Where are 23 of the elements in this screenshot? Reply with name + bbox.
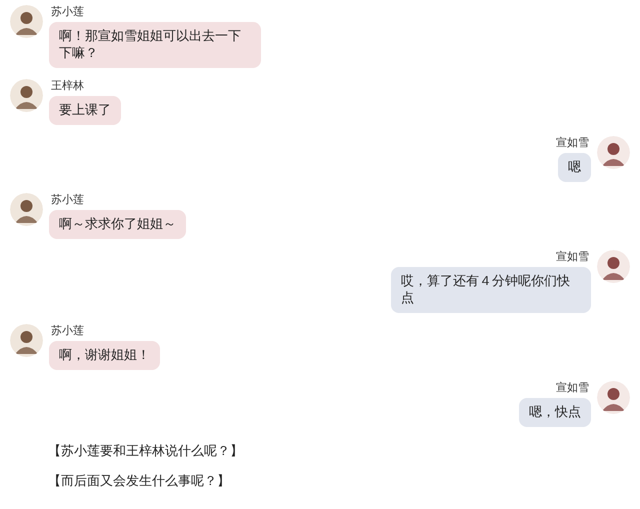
avatar-icon	[597, 381, 630, 414]
narration-text: 【苏小莲要和王梓林说什么呢？】	[48, 444, 244, 460]
avatar-icon	[10, 193, 43, 226]
sender-name: 宣如雪	[556, 250, 589, 264]
sender-name: 苏小莲	[51, 193, 84, 207]
avatar-icon	[597, 136, 630, 169]
message-bubble: 哎，算了还有４分钟呢你们快点	[391, 267, 591, 313]
message-bubble: 要上课了	[49, 96, 121, 125]
message-bubble: 啊～求求你了姐姐～	[49, 210, 186, 239]
sender-name: 宣如雪	[556, 381, 589, 395]
sender-name: 苏小莲	[51, 324, 84, 338]
message-bubble: 啊！那宣如雪姐姐可以出去一下下嘛？	[49, 22, 261, 68]
sender-name: 王梓林	[51, 79, 84, 93]
avatar-icon	[597, 250, 630, 283]
sender-name: 苏小莲	[51, 5, 84, 19]
message-bubble: 嗯，快点	[519, 398, 591, 427]
avatar-icon	[10, 324, 43, 357]
message-bubble: 啊，谢谢姐姐！	[49, 341, 160, 370]
avatar-icon	[10, 79, 43, 112]
avatar-icon	[10, 5, 43, 38]
message-bubble: 嗯	[558, 153, 591, 182]
narration-text: 【而后面又会发生什么事呢？】	[48, 474, 231, 490]
sender-name: 宣如雪	[556, 136, 589, 150]
